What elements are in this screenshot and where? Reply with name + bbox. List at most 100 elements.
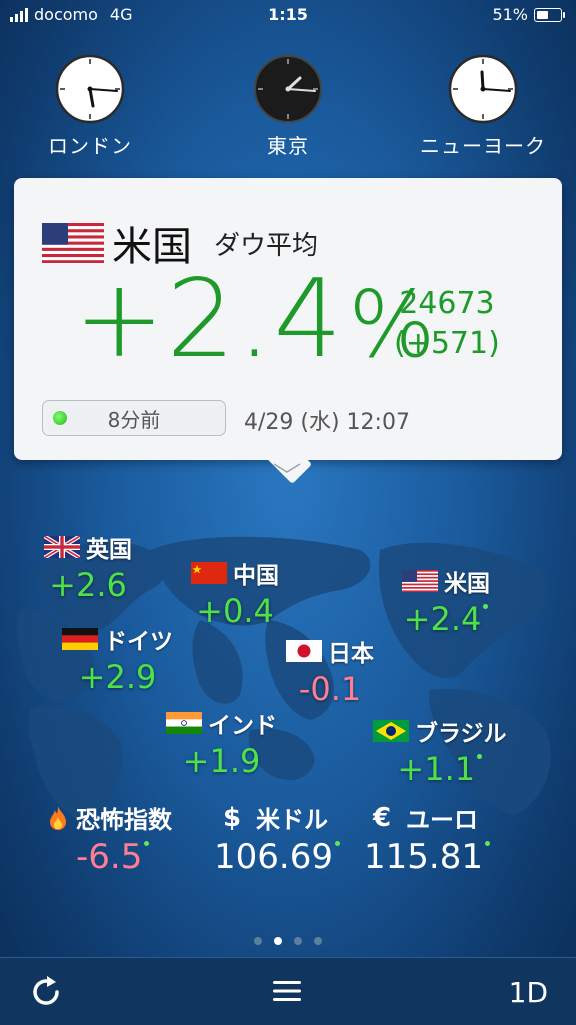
stat-value-text: -6.5 [76,837,143,877]
updated-ago: 8分前 [107,407,161,432]
india-flag-icon [166,712,202,734]
market-china[interactable]: 中国 +0.4 [191,556,279,630]
card-index-value: 24673 [399,286,495,321]
clock-label: ロンドン [48,134,132,158]
page-dot[interactable] [314,937,322,945]
bottom-toolbar: 1D [0,957,576,1025]
menu-icon [273,981,301,1001]
index-detail-card[interactable]: 米国 ダウ平均 +2.4% 24673 (+571) 8分前 4/29 (水) … [14,178,562,485]
market-name-label: 米国 [444,571,490,597]
change-percent-value: +2.4 [74,257,345,382]
status-time: 1:15 [268,5,308,24]
market-japan[interactable]: 日本 -0.1 [286,634,374,708]
market-uk[interactable]: 英国 +2.6 [44,530,132,604]
clock-new-york[interactable]: ニューヨーク [413,54,553,159]
battery-percent: 51% [492,5,528,24]
market-name-label: インド [208,713,277,739]
germany-flag-icon [62,628,98,650]
live-dot-icon [477,754,483,759]
brazil-flag-icon [373,720,409,742]
market-change-value: +1.1 [397,750,476,788]
market-india[interactable]: インド +1.9 [166,706,277,780]
stat-value: 106.69 [214,837,340,877]
analog-clock-icon [254,55,322,123]
china-flag-icon [191,562,227,584]
market-name: 英国 [44,530,132,564]
card-value-block: 24673 (+571) [394,284,500,364]
market-name-label: 英国 [86,537,132,563]
stat-value-text: 115.81 [364,837,483,877]
market-name: 日本 [286,634,374,668]
time-range-button[interactable]: 1D [509,976,548,1009]
market-change: +1.1 [373,750,507,788]
dollar-icon: $ [222,802,242,833]
live-status-icon [53,411,67,425]
status-right: 51% [492,5,565,24]
market-change: +2.4 [402,600,490,638]
chevron-down-icon[interactable] [272,462,302,474]
card-index-change: (+571) [394,326,500,361]
stat-name: 恐怖指数 [48,800,172,835]
stat-name: € ユーロ [372,800,490,835]
stat-usd[interactable]: $ 米ドル 106.69 [214,800,340,877]
market-name: ドイツ [62,622,173,656]
page-dot[interactable] [254,937,262,945]
stat-value-text: 106.69 [214,837,333,877]
flame-icon [50,805,66,830]
clock-tokyo[interactable]: 東京 [218,54,358,159]
market-germany[interactable]: ドイツ +2.9 [62,622,173,696]
stat-eur[interactable]: € ユーロ 115.81 [364,800,490,877]
market-name: ブラジル [373,714,507,748]
market-change: +2.6 [49,566,127,604]
analog-clock-icon [448,54,518,124]
stat-value: -6.5 [48,837,172,877]
card-change-percent: +2.4% [74,266,438,374]
market-change: +2.9 [78,658,157,696]
japan-flag-icon [286,640,322,662]
market-brazil[interactable]: ブラジル +1.1 [373,714,507,788]
market-change: -0.1 [298,670,362,708]
clock-label: ニューヨーク [420,134,546,158]
status-bar: docomo 4G 1:15 51% [0,0,576,30]
page-indicator[interactable] [0,937,576,945]
live-dot-icon [484,841,490,846]
market-name-label: 日本 [328,641,374,667]
market-change-value: +2.4 [403,600,482,638]
market-name: 米国 [402,564,490,598]
market-name-label: ドイツ [104,629,173,655]
market-name-label: ブラジル [415,721,507,747]
stat-name-label: ユーロ [406,806,478,834]
battery-fill [537,10,548,19]
market-name: インド [166,706,277,740]
us-flag-icon [402,570,438,592]
stat-name: $ 米ドル [222,800,340,835]
stat-name-label: 米ドル [256,806,328,834]
world-clocks: ロンドン 東京 ニューヨーク [0,54,576,158]
stat-name-label: 恐怖指数 [76,806,172,834]
live-dot-icon [334,841,340,846]
market-change: +1.9 [182,742,261,780]
card-timestamp: 4/29 (水) 12:07 [244,410,410,435]
refresh-button[interactable] [28,974,64,1014]
market-us[interactable]: 米国 +2.4 [402,564,490,638]
market-name: 中国 [191,556,279,590]
clock-london[interactable]: ロンドン [20,54,160,159]
analog-clock-icon [55,54,125,124]
euro-icon: € [372,802,392,833]
market-name-label: 中国 [233,563,279,589]
live-dot-icon [144,841,150,846]
clock-label: 東京 [267,134,309,158]
menu-button[interactable] [272,978,302,1008]
market-change: +0.4 [196,592,274,630]
uk-flag-icon [44,536,80,558]
page-dot[interactable] [294,937,302,945]
page-dot[interactable] [274,937,282,945]
stat-fear-index[interactable]: 恐怖指数 -6.5 [48,800,172,877]
update-status-pill[interactable]: 8分前 [42,400,226,436]
live-dot-icon [483,604,489,609]
stat-value: 115.81 [364,837,490,877]
card-index-name: ダウ平均 [214,230,319,261]
refresh-icon [33,976,59,1005]
indicator-stats: 恐怖指数 -6.5 $ 米ドル 106.69 € ユーロ 115.81 [0,800,576,880]
battery-icon [534,7,565,22]
